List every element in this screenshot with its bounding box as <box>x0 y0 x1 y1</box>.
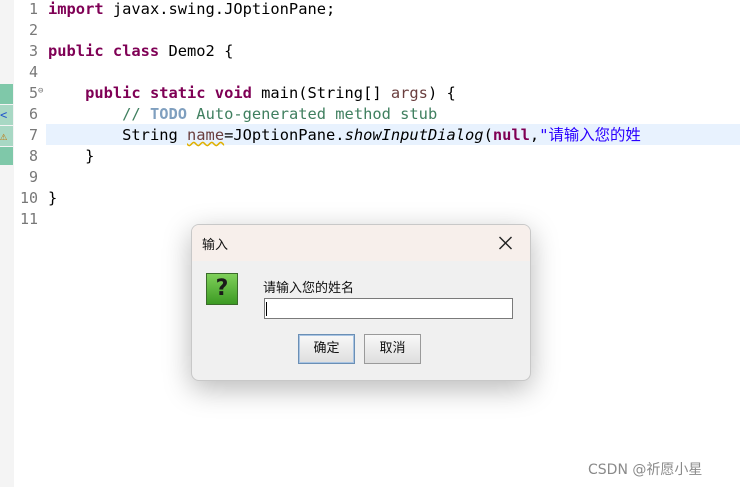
comment: // <box>122 105 150 123</box>
code-line-6[interactable]: // TODO Auto-generated method stub <box>48 104 437 125</box>
overview-ruler <box>0 0 14 487</box>
line-number: 3 <box>28 42 38 60</box>
line-number: 8 <box>28 147 38 165</box>
line-number: 4 <box>28 63 38 81</box>
dialog-prompt: 请输入您的姓名 <box>263 281 355 296</box>
change-marker-green <box>0 147 13 165</box>
line-number: 11 <box>19 210 38 228</box>
todo-tag: TODO <box>149 105 188 123</box>
close-button[interactable] <box>490 230 520 256</box>
ok-button[interactable]: 确定 <box>298 334 355 364</box>
text-caret <box>266 302 267 316</box>
line-number: 10 <box>19 189 38 207</box>
change-marker-blue-icon: < <box>0 105 13 125</box>
code-text: =JOptionPane. <box>224 126 345 144</box>
cancel-button[interactable]: 取消 <box>364 334 421 364</box>
fold-collapse-icon[interactable]: ⊖ <box>38 86 43 96</box>
line-number: 5 <box>28 84 38 102</box>
parameter-name: args <box>390 84 428 102</box>
dialog-titlebar[interactable]: 输入 <box>192 225 530 261</box>
line-number: 2 <box>28 21 38 39</box>
keyword: import <box>48 0 104 18</box>
input-dialog: 输入 ? 请输入您的姓名 确定 取消 <box>191 224 531 381</box>
code-text: ) { <box>427 84 456 102</box>
variable-name-warning[interactable]: name <box>187 126 224 144</box>
line-number: 9 <box>28 168 38 186</box>
code-text: javax.swing.JOptionPane; <box>103 0 336 18</box>
code-text: main(String[] <box>251 84 391 102</box>
code-line-1[interactable]: import javax.swing.JOptionPane; <box>48 0 335 20</box>
warning-marker-icon[interactable]: ⚠ <box>0 126 13 146</box>
method-name: showInputDialog <box>344 126 484 144</box>
code-line-8[interactable]: } <box>48 146 94 167</box>
name-input[interactable] <box>264 298 513 319</box>
string-literal: "请输入您的姓 <box>539 126 641 144</box>
code-line-3[interactable]: public class Demo2 { <box>48 41 233 62</box>
code-text: Demo2 { <box>159 42 234 60</box>
type-name: String <box>122 126 188 144</box>
keyword: null <box>492 126 530 144</box>
line-number: 7 <box>28 126 38 144</box>
line-number: 6 <box>28 105 38 123</box>
watermark: CSDN @祈愿小星 <box>588 462 703 478</box>
code-line-7[interactable]: String name=JOptionPane.showInputDialog(… <box>48 125 641 146</box>
comment: Auto-generated method stub <box>187 105 438 123</box>
keyword: public class <box>48 42 160 60</box>
change-marker-green <box>0 84 13 104</box>
question-icon: ? <box>206 273 238 305</box>
code-line-10[interactable]: } <box>48 188 57 209</box>
line-number-gutter: < ⚠ 1 2 3 4 5 ⊖ 6 7 8 9 10 11 <box>0 0 46 487</box>
code-text: ( <box>483 126 493 144</box>
close-icon <box>499 236 512 250</box>
line-number: 1 <box>28 0 38 18</box>
keyword: public static void <box>85 84 252 102</box>
code-line-5[interactable]: public static void main(String[] args) { <box>48 83 456 104</box>
dialog-title: 输入 <box>202 238 229 253</box>
code-text: , <box>529 126 540 144</box>
